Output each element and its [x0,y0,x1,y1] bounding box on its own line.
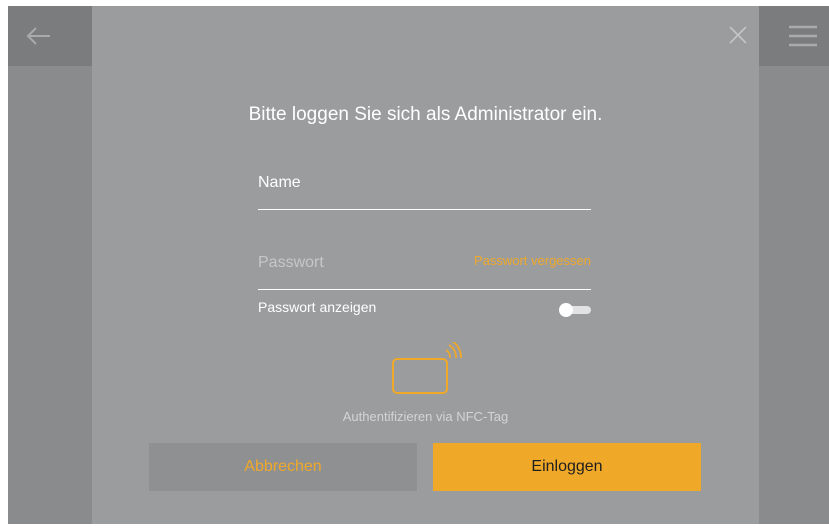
password-underline [258,288,591,290]
close-icon [729,26,747,44]
hamburger-menu-icon [789,25,817,47]
cancel-button[interactable]: Abbrechen [149,443,417,491]
arrow-left-icon [26,27,50,45]
menu-button[interactable] [783,18,823,54]
show-password-label: Passwort anzeigen [258,299,377,315]
password-field: Passwort vergessen [258,244,591,290]
name-field [258,164,591,210]
dialog-title: Bitte loggen Sie sich als Administrator … [248,104,603,125]
show-password-row: Passwort anzeigen [258,299,591,319]
show-password-toggle[interactable] [559,303,591,317]
close-button[interactable] [725,22,751,48]
toggle-knob [559,303,573,317]
app-screen: Bitte loggen Sie sich als Administrator … [8,6,829,524]
login-button[interactable]: Einloggen [433,443,701,491]
name-underline [258,208,591,210]
admin-login-dialog: Bitte loggen Sie sich als Administrator … [92,6,759,524]
name-input[interactable] [258,164,591,202]
nfc-label: Authentifizieren via NFC-Tag [342,409,509,424]
nfc-card-icon [392,342,462,394]
forgot-password-link[interactable]: Passwort vergessen [474,253,591,268]
back-button[interactable] [18,18,58,54]
